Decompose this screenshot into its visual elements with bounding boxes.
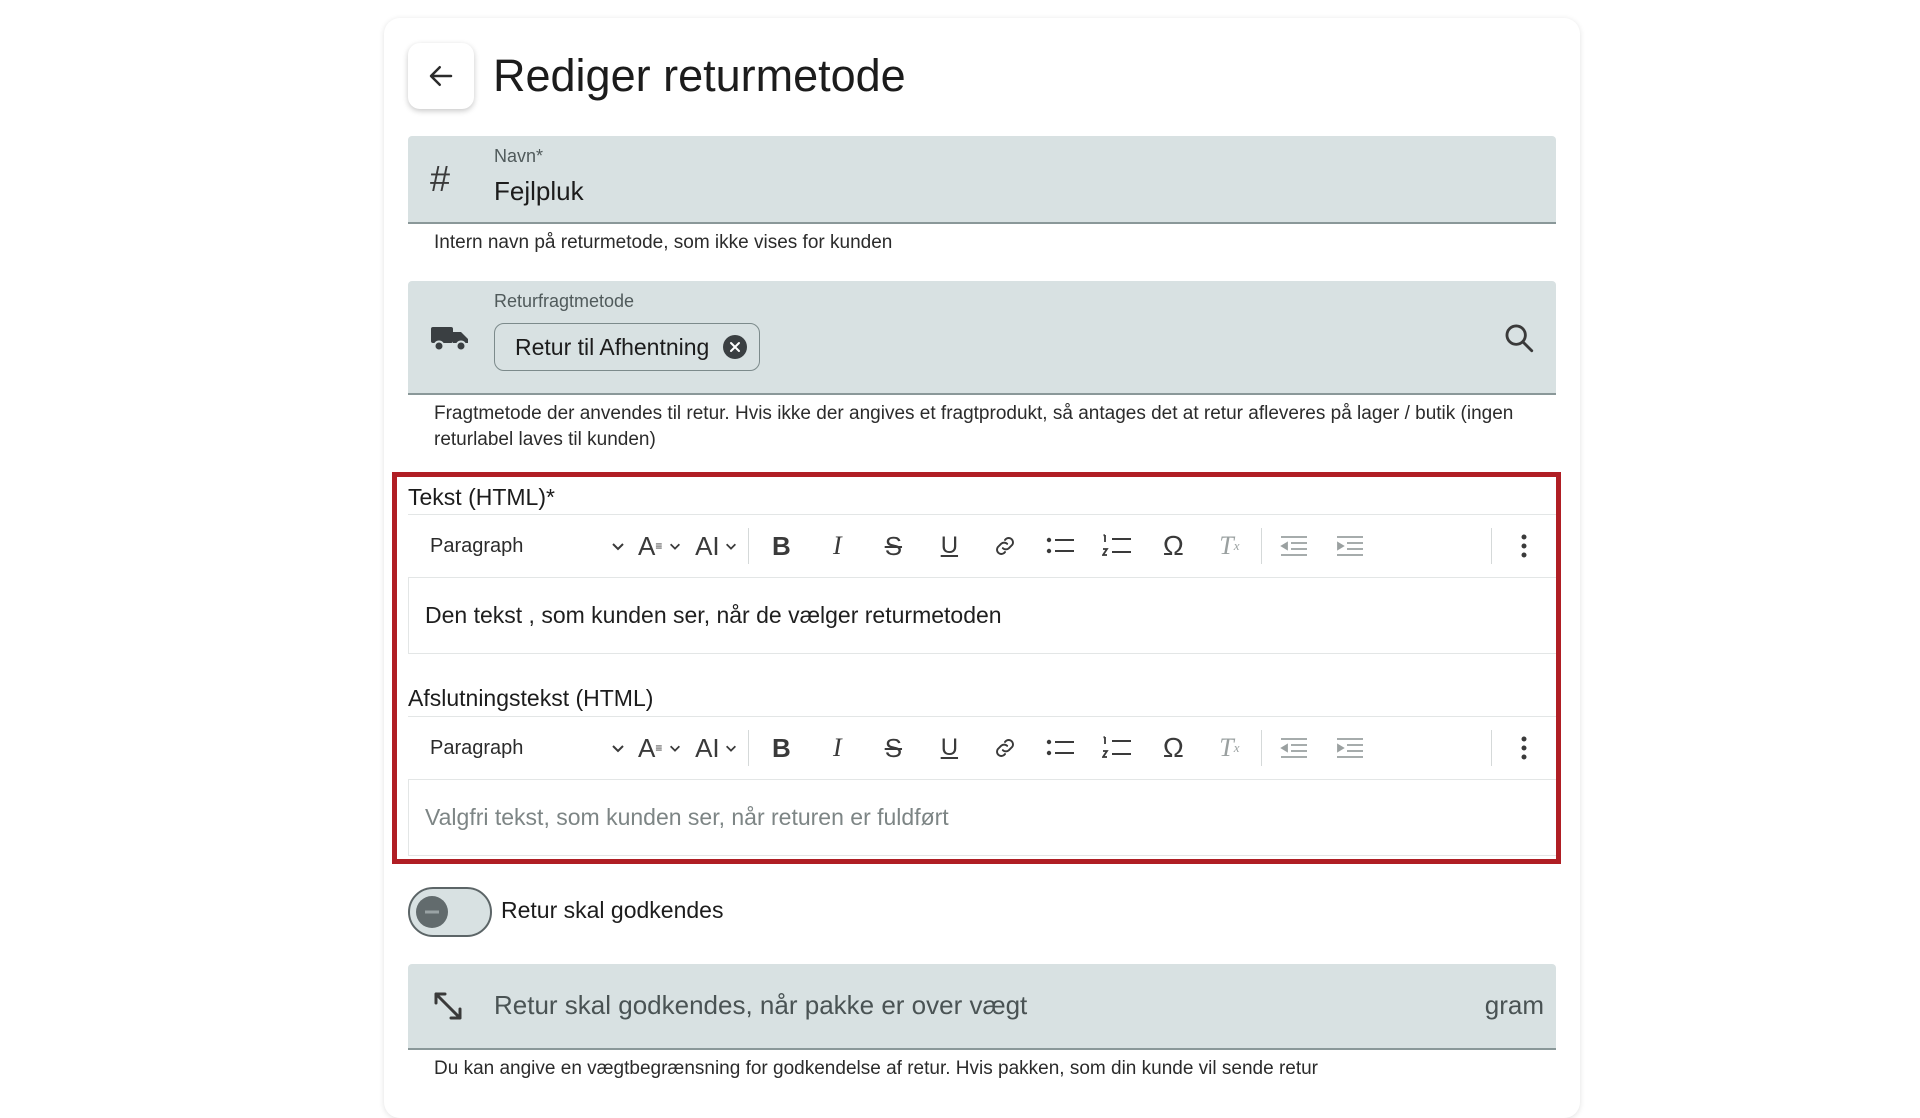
text-editor-toolbar: Paragraph A ≡ AI B I S U Ω Tx — [408, 514, 1556, 578]
underline-icon[interactable]: U — [927, 726, 971, 770]
link-icon[interactable] — [983, 726, 1027, 770]
bullet-list-icon[interactable] — [1039, 524, 1083, 568]
shipping-chip[interactable]: Retur til Afhentning — [494, 323, 761, 371]
arrow-left-icon — [429, 66, 453, 86]
clear-format-icon[interactable]: Tx — [1207, 726, 1251, 770]
link-icon[interactable] — [983, 524, 1027, 568]
hash-icon: # — [430, 158, 451, 199]
page-title: Rediger returmetode — [493, 50, 906, 101]
shipping-chip-label: Retur til Afhentning — [515, 333, 710, 360]
format-select[interactable]: Paragraph — [422, 526, 632, 566]
toggle-off-icon — [416, 896, 448, 928]
text-editor-content[interactable]: Den tekst , som kunden ser, når de vælge… — [408, 578, 1556, 654]
numbered-list-icon[interactable] — [1095, 726, 1139, 770]
bullet-list-icon[interactable] — [1039, 726, 1083, 770]
font-size-icon[interactable]: A ≡ — [638, 726, 682, 770]
chevron-down-icon — [612, 543, 624, 551]
strikethrough-icon[interactable]: S — [871, 524, 915, 568]
numbered-list-icon[interactable] — [1095, 524, 1139, 568]
format-select[interactable]: Paragraph — [422, 728, 632, 768]
more-vertical-icon[interactable] — [1502, 524, 1546, 568]
truck-icon — [431, 327, 468, 352]
name-hint: Intern navn på returmetode, som ikke vis… — [434, 232, 893, 253]
closing-editor-label: Afslutningstekst (HTML) — [408, 685, 654, 711]
toolbar-divider — [748, 528, 750, 564]
text-editor-label: Tekst (HTML)* — [408, 484, 555, 510]
closing-editor-toolbar: Paragraph A ≡ AI B I S U Ω Tx — [408, 716, 1556, 780]
resize-arrow-icon — [434, 992, 462, 1020]
italic-icon[interactable]: I — [815, 524, 859, 568]
shipping-method-field[interactable]: Returfragtmetode Retur til Afhentning — [408, 281, 1556, 395]
weight-unit-suffix: gram — [1484, 990, 1544, 1020]
underline-icon[interactable]: U — [927, 524, 971, 568]
indent-icon[interactable] — [1328, 524, 1372, 568]
indent-icon[interactable] — [1328, 726, 1372, 770]
name-field-label: Navn* — [494, 146, 544, 166]
ai-icon[interactable]: AI — [694, 726, 738, 770]
outdent-icon[interactable] — [1272, 726, 1316, 770]
format-select-value: Paragraph — [430, 736, 524, 759]
ai-icon[interactable]: AI — [694, 524, 738, 568]
back-button[interactable] — [408, 43, 474, 109]
omega-icon[interactable]: Ω — [1151, 726, 1195, 770]
search-icon[interactable] — [1502, 321, 1536, 355]
weight-field[interactable]: Retur skal godkendes, når pakke er over … — [408, 964, 1556, 1050]
omega-icon[interactable]: Ω — [1151, 524, 1195, 568]
toolbar-divider — [1491, 730, 1492, 766]
approval-toggle[interactable] — [408, 887, 492, 937]
bold-icon[interactable]: B — [759, 726, 803, 770]
italic-icon[interactable]: I — [815, 726, 859, 770]
shipping-hint: Fragtmetode der anvendes til retur. Hvis… — [434, 403, 1514, 450]
toolbar-divider — [1261, 528, 1263, 564]
shipping-field-label: Returfragtmetode — [494, 291, 635, 311]
toolbar-divider — [1261, 730, 1263, 766]
text-editor-value: Den tekst , som kunden ser, når de vælge… — [425, 602, 1002, 628]
toolbar-divider — [1491, 528, 1492, 564]
name-field-value[interactable]: Fejlpluk — [494, 176, 584, 207]
name-field[interactable]: # Navn* Fejlpluk — [408, 136, 1556, 224]
weight-field-placeholder: Retur skal godkendes, når pakke er over … — [494, 990, 1028, 1020]
font-size-icon[interactable]: A ≡ — [638, 524, 682, 568]
chip-remove-icon[interactable] — [723, 335, 748, 359]
more-vertical-icon[interactable] — [1502, 726, 1546, 770]
bold-icon[interactable]: B — [759, 524, 803, 568]
chevron-down-icon — [612, 745, 624, 753]
approval-toggle-label: Retur skal godkendes — [501, 897, 724, 923]
weight-hint: Du kan angive en vægtbegrænsning for god… — [434, 1058, 1319, 1079]
closing-editor-content[interactable]: Valgfri tekst, som kunden ser, når retur… — [408, 780, 1556, 856]
toolbar-divider — [748, 730, 750, 766]
strikethrough-icon[interactable]: S — [871, 726, 915, 770]
clear-format-icon[interactable]: Tx — [1207, 524, 1251, 568]
format-select-value: Paragraph — [430, 534, 524, 557]
closing-editor-placeholder: Valgfri tekst, som kunden ser, når retur… — [425, 804, 949, 830]
outdent-icon[interactable] — [1272, 524, 1316, 568]
